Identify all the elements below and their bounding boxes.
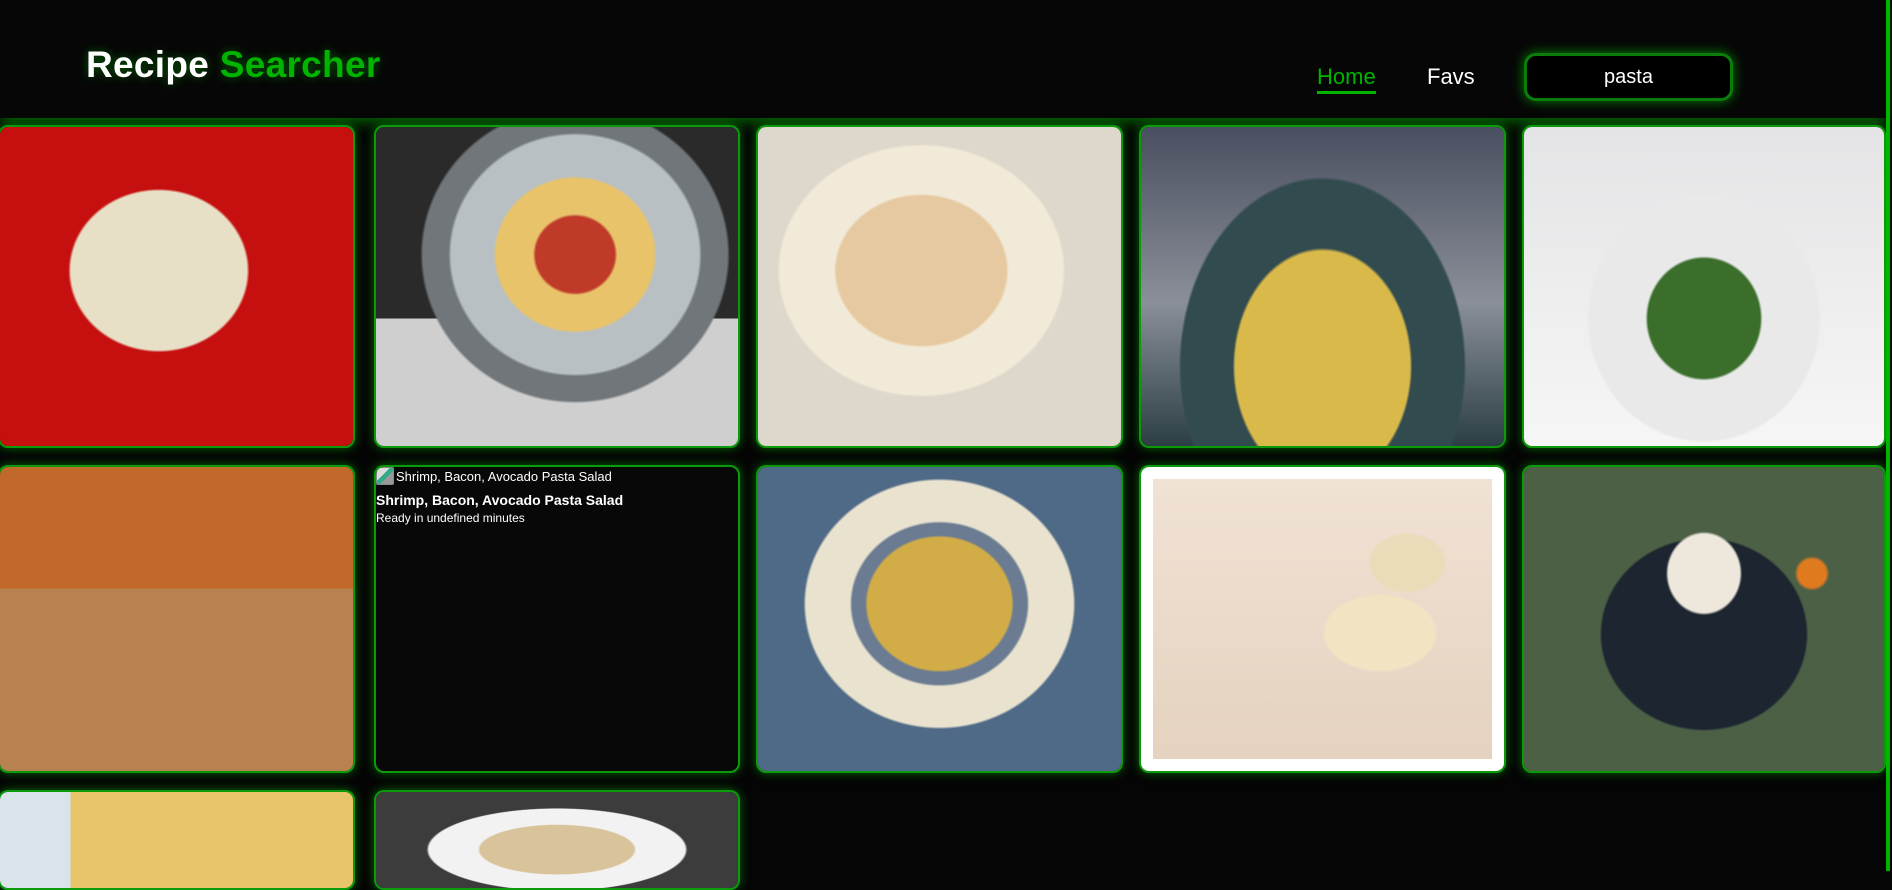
recipe-card[interactable]	[1139, 465, 1506, 773]
recipe-image[interactable]	[1141, 467, 1504, 771]
broken-image-alt[interactable]: Shrimp, Bacon, Avocado Pasta Salad	[376, 467, 738, 485]
nav-favs-link[interactable]: Favs	[1427, 64, 1475, 90]
site-logo[interactable]: Recipe Searcher	[86, 44, 381, 86]
recipe-image[interactable]	[758, 127, 1121, 446]
search-input[interactable]	[1524, 53, 1733, 101]
recipe-card[interactable]	[1522, 125, 1886, 448]
nav-home-link[interactable]: Home	[1317, 64, 1376, 94]
recipe-card[interactable]	[756, 125, 1123, 448]
site-header: Recipe Searcher Home Favs	[0, 0, 1886, 118]
recipe-image[interactable]	[0, 792, 353, 888]
recipe-image[interactable]	[376, 127, 738, 446]
recipe-card[interactable]	[374, 790, 740, 890]
recipe-ready-time: Ready in undefined minutes	[376, 511, 525, 525]
recipe-image[interactable]	[758, 467, 1121, 771]
recipe-card[interactable]	[1139, 125, 1506, 448]
recipe-card[interactable]	[0, 790, 355, 890]
recipe-card[interactable]	[0, 125, 355, 448]
recipe-title[interactable]: Shrimp, Bacon, Avocado Pasta Salad	[376, 492, 738, 508]
right-edge-accent	[1886, 0, 1890, 871]
recipe-card[interactable]	[756, 465, 1123, 773]
recipe-image[interactable]	[1524, 127, 1884, 446]
recipe-image[interactable]	[1524, 467, 1884, 771]
recipe-image[interactable]	[0, 127, 353, 446]
recipe-card[interactable]	[1522, 465, 1886, 773]
image-alt-text: Shrimp, Bacon, Avocado Pasta Salad	[396, 468, 612, 484]
logo-word-searcher: Searcher	[219, 44, 381, 85]
recipe-image[interactable]	[1141, 127, 1504, 446]
logo-word-recipe: Recipe	[86, 44, 210, 85]
recipe-card-text[interactable]: Shrimp, Bacon, Avocado Pasta Salad Shrim…	[374, 465, 740, 773]
recipe-image[interactable]	[0, 467, 353, 771]
recipe-card[interactable]	[374, 125, 740, 448]
recipe-card[interactable]	[0, 465, 355, 773]
broken-image-icon	[376, 467, 394, 485]
recipe-card-body: Shrimp, Bacon, Avocado Pasta Salad Shrim…	[376, 467, 738, 525]
recipe-image[interactable]	[376, 792, 738, 888]
